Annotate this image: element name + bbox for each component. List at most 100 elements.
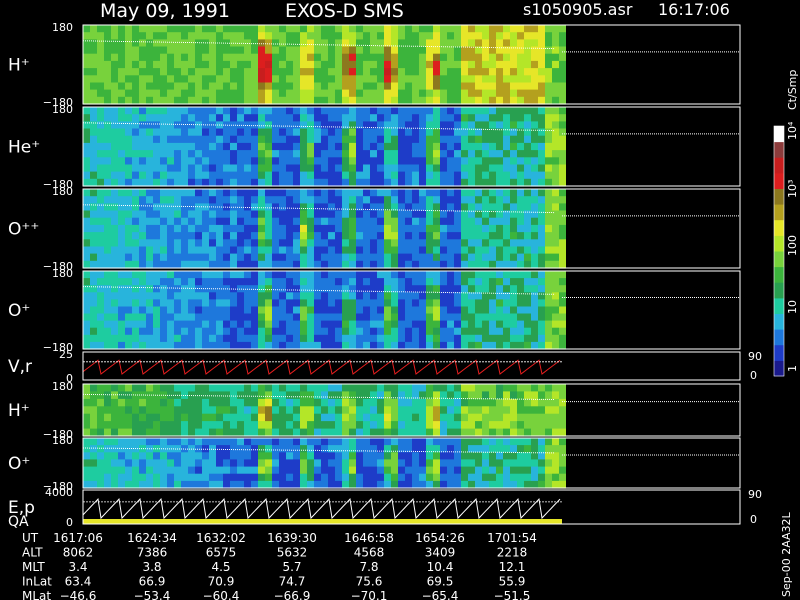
spectrogram-cell [307,299,314,308]
ephemeris-cell: 66.9 [139,575,166,589]
spectrogram-cell [244,306,251,315]
spectrogram-cell [356,68,363,76]
spectrogram-cell [342,171,349,180]
spectrogram-cell [104,135,111,144]
spectrogram-cell [223,313,230,322]
spectrogram-cell [384,306,391,315]
spectrogram-cell [412,239,419,248]
spectrogram-cell [237,75,244,84]
spectrogram-cell [167,466,174,475]
spectrogram-cell [139,189,146,197]
spectrogram-cell [216,452,223,460]
spectrogram-cell [244,327,251,336]
spectrogram-cell [125,89,132,98]
spectrogram-cell [216,466,223,475]
spectrogram-cell [167,299,174,308]
spectrogram-cell [510,299,517,308]
spectrogram-cell [223,217,230,226]
spectrogram-cell [209,428,216,437]
spectrogram-cell [230,68,237,76]
spectrogram-cell [398,89,405,98]
spectrogram-cell [279,75,286,84]
spectrogram-cell [461,39,468,48]
spectrogram-cell [90,246,97,255]
spectrogram-cell [265,68,272,76]
spectrogram-cell [293,384,300,392]
spectrogram-cell [447,96,454,105]
spectrogram-cell [230,320,237,329]
spectrogram-cell [496,260,503,269]
spectrogram-cell [188,142,195,151]
spectrogram-cell [377,320,384,329]
spectrogram-cell [104,203,111,212]
spectrogram-cell [426,224,433,233]
spectrogram-cell [300,96,307,105]
spectrogram-cell [139,313,146,322]
spectrogram-cell [384,480,391,489]
spectrogram-cell [202,480,209,489]
spectrogram-cell [328,459,335,468]
spectrogram-cell [251,341,258,350]
spectrogram-cell [531,114,538,122]
spectrogram-cell [167,473,174,482]
spectrogram-cell [90,232,97,240]
spectrogram-cell [552,32,559,40]
spectrogram-cell [314,327,321,336]
spectrogram-cell [279,239,286,248]
spectrogram-cell [195,480,202,489]
spectrogram-cell [251,466,258,475]
spectrogram-cell [293,107,300,115]
spectrogram-cell [447,406,454,415]
spectrogram-cell [195,384,202,392]
spectrogram-cell [202,334,209,343]
spectrogram-cell [251,32,258,40]
spectrogram-cell [104,114,111,122]
spectrogram-cell [104,327,111,336]
spectrogram-cell [447,398,454,407]
spectrogram-cell [468,157,475,166]
spectrogram-cell [349,114,356,122]
spectrogram-cell [244,398,251,407]
ephemeris-cell: 55.9 [499,575,526,589]
spectrogram-cell [293,320,300,329]
spectrogram-cell [510,39,517,48]
spectrogram-cell [398,178,405,187]
spectrogram-cell [174,89,181,98]
spectrogram-cell [461,135,468,144]
spectrogram-cell [391,121,398,130]
spectrogram-cell [517,82,524,91]
spectrogram-cell [482,107,489,115]
spectrogram-cell [447,413,454,422]
spectrogram-cell [342,299,349,308]
spectrogram-cell [475,121,482,130]
spectrogram-cell [272,246,279,255]
spectrogram-cell [209,39,216,48]
spectrogram-cell [202,384,209,392]
spectrogram-cell [482,452,489,460]
spectrogram-cell [90,210,97,219]
spectrogram-cell [188,306,195,315]
spectrogram-cell [139,466,146,475]
spectrogram-cell [391,96,398,105]
spectrogram-cell [181,135,188,144]
spectrogram-cell [146,89,153,98]
spectrogram-cell [461,189,468,197]
spectrogram-cell [167,128,174,137]
spectrogram-cell [517,68,524,76]
spectrogram-cell [272,157,279,166]
panel-label: O⁺⁺ [8,220,39,240]
spectrogram-cell [139,150,146,158]
spectrogram-cells [83,271,566,350]
spectrogram-cell [503,428,510,437]
spectrogram-cell [405,384,412,392]
spectrogram-cell [426,114,433,122]
spectrogram-cell [251,196,258,204]
spectrogram-cell [342,135,349,144]
spectrogram-cell [118,46,125,55]
spectrogram-cell [496,164,503,173]
spectrogram-cell [370,320,377,329]
spectrogram-cell [279,391,286,400]
spectrogram-cell [517,341,524,350]
spectrogram-cell [426,341,433,350]
spectrogram-cell [405,413,412,422]
